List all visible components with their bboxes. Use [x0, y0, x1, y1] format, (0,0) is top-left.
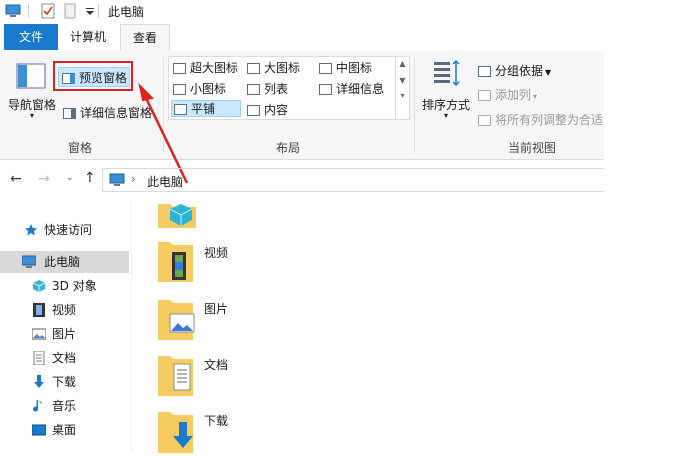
folder-label-videos: 视频 [204, 246, 229, 260]
folder-tile[interactable] [158, 200, 196, 228]
folder-label-pictures: 图片 [204, 302, 229, 316]
nav-item-this-pc[interactable]: 此电脑 [0, 251, 129, 273]
nav-item-downloads[interactable]: 下载 [0, 371, 129, 393]
3d-objects-folder-icon [158, 204, 196, 228]
folder-tile-downloads[interactable] [158, 408, 196, 453]
computer-icon [22, 255, 36, 268]
recent-locations-chevron-icon[interactable]: ⌄ [66, 173, 74, 183]
nav-item-pictures[interactable]: 图片 [0, 323, 129, 345]
nav-item-documents[interactable]: 文档 [0, 347, 129, 369]
folder-tile-pictures[interactable] [158, 296, 196, 340]
breadcrumb-separator: › [131, 172, 136, 186]
nav-item-3d-objects[interactable]: 3D 对象 [0, 275, 129, 297]
address-bar[interactable]: › 此电脑 [102, 168, 604, 192]
cube-icon [32, 280, 46, 292]
nav-item-music[interactable]: 音乐 [0, 395, 129, 417]
nav-item-videos[interactable]: 视频 [0, 299, 129, 321]
videos-folder-icon [158, 242, 193, 282]
pictures-folder-icon [158, 300, 195, 340]
folder-label-documents: 文档 [204, 358, 229, 372]
downloads-folder-icon [158, 412, 193, 453]
folder-label-downloads: 下载 [204, 414, 229, 428]
music-note-icon [33, 400, 42, 412]
back-arrow-icon[interactable]: ← [10, 171, 22, 187]
picture-icon [32, 328, 46, 340]
nav-item-quick-access[interactable]: 快速访问 [0, 219, 129, 241]
address-toolbar: ← → ⌄ ↑ › 此电脑 [0, 166, 604, 194]
document-icon [33, 351, 45, 365]
download-arrow-icon [34, 375, 44, 388]
star-pin-icon [25, 224, 37, 236]
nav-item-desktop[interactable]: 桌面 [0, 419, 129, 441]
folder-tile-documents[interactable] [158, 352, 196, 396]
breadcrumb-this-pc[interactable]: 此电脑 [147, 173, 183, 190]
computer-icon [109, 173, 125, 186]
folder-tile-videos[interactable] [158, 238, 196, 282]
desktop-icon [32, 424, 46, 436]
navigation-pane: 快速访问 此电脑 3D 对象 视频 图片 文档 下载 音乐 桌面 [0, 200, 132, 453]
film-icon [33, 303, 45, 317]
forward-arrow-icon[interactable]: → [38, 171, 50, 187]
up-arrow-icon[interactable]: ↑ [84, 170, 96, 186]
content-pane [132, 200, 604, 453]
documents-folder-icon [158, 356, 193, 396]
